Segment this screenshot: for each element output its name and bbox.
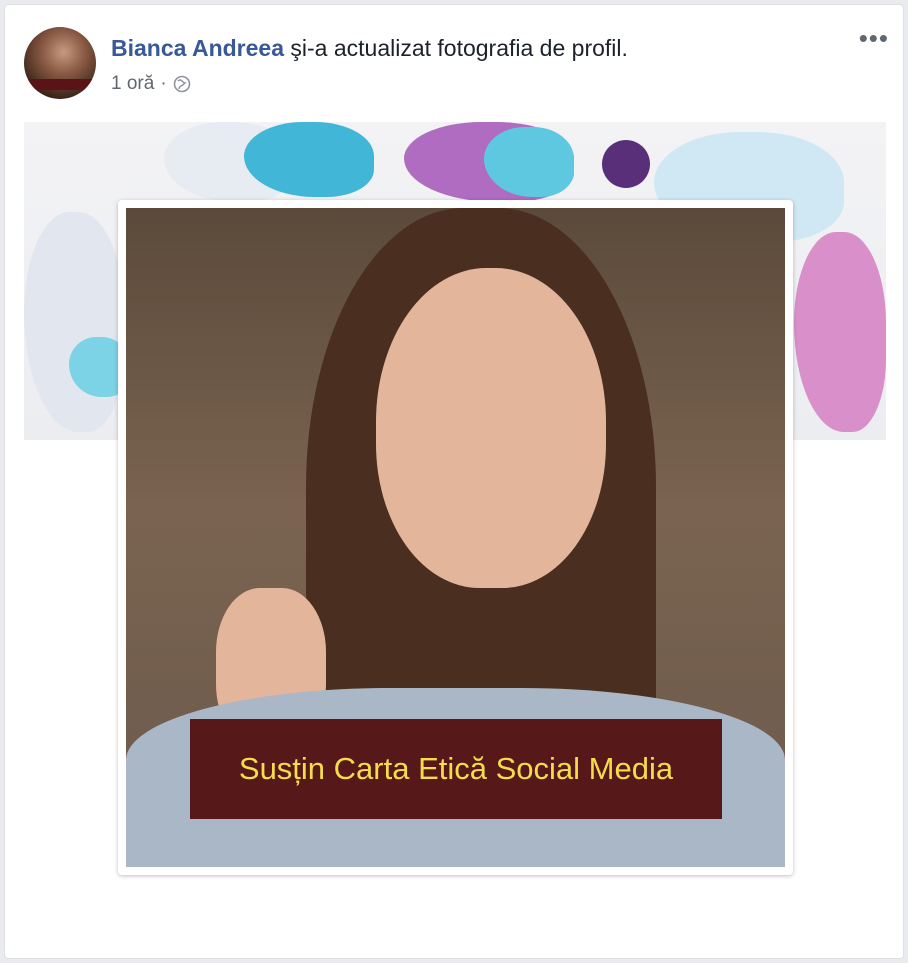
cover-flower bbox=[794, 232, 886, 432]
post-header: Bianca Andreea şi-a actualizat fotografi… bbox=[111, 35, 628, 62]
post-action-text: şi-a actualizat fotografia de profil. bbox=[290, 35, 628, 61]
cover-flower bbox=[602, 140, 650, 188]
more-options-icon[interactable]: ••• bbox=[859, 23, 889, 54]
avatar-frame-band bbox=[24, 79, 96, 90]
profile-photo[interactable]: Susțin Carta Etică Social Media bbox=[126, 208, 785, 867]
cover-flower bbox=[24, 212, 124, 432]
meta-separator: · bbox=[160, 73, 167, 94]
author-name-link[interactable]: Bianca Andreea bbox=[111, 35, 284, 61]
feed-post: Bianca Andreea şi-a actualizat fotografi… bbox=[4, 4, 904, 959]
globe-icon[interactable] bbox=[173, 75, 191, 93]
author-avatar[interactable] bbox=[24, 27, 96, 99]
frame-overlay-banner: Susțin Carta Etică Social Media bbox=[190, 719, 722, 819]
overlay-text: Susțin Carta Etică Social Media bbox=[238, 751, 674, 786]
profile-photo-frame[interactable]: Susțin Carta Etică Social Media bbox=[118, 200, 793, 875]
photo-face bbox=[376, 268, 606, 588]
post-timestamp[interactable]: 1 oră bbox=[111, 73, 154, 95]
post-meta: 1 oră · bbox=[111, 73, 191, 95]
